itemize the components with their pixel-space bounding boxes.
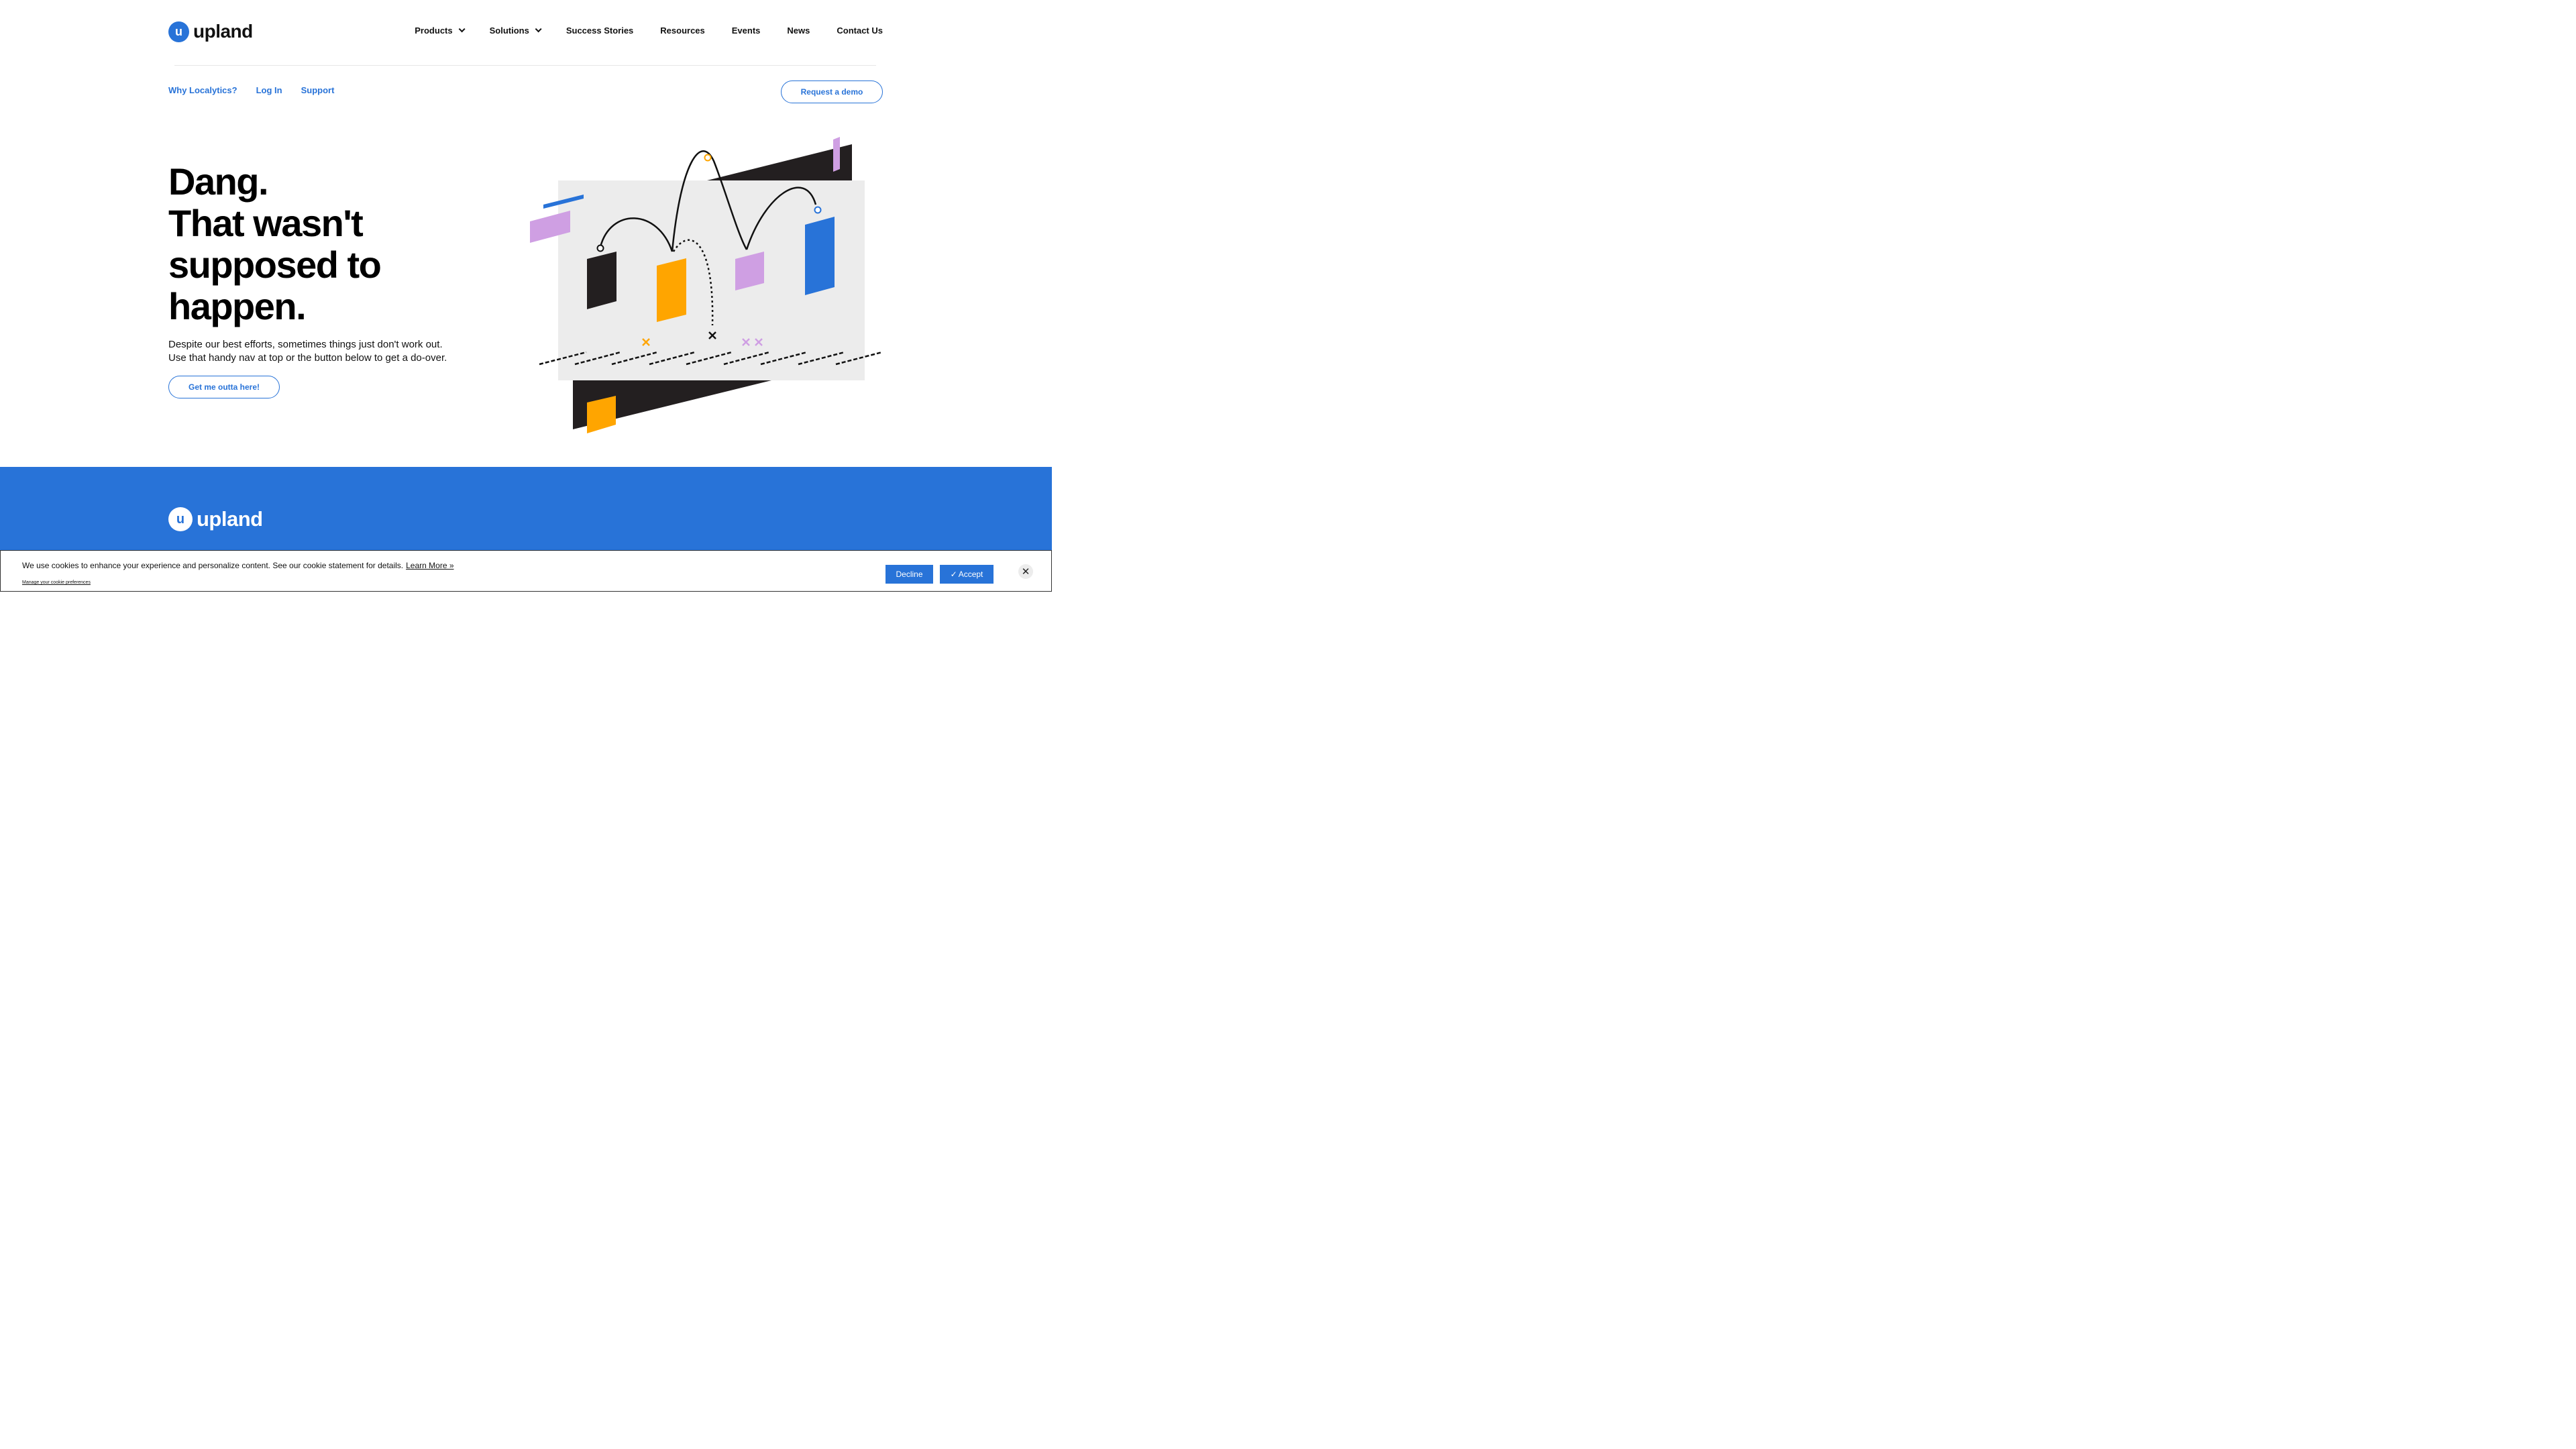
main-nav: Products Solutions Success Stories Resou… [415,25,883,36]
cookie-text: We use cookies to enhance your experienc… [22,561,404,570]
chevron-down-icon [535,25,542,33]
accept-label: Accept [958,570,983,579]
body-line: Use that handy nav at top or the button … [168,352,447,364]
cookie-message: We use cookies to enhance your experienc… [22,561,454,570]
subnav-why-localytics[interactable]: Why Localytics? [168,85,237,95]
nav-item-products[interactable]: Products [415,25,466,36]
purple-bar-accent [833,137,840,172]
nav-item-contact-us[interactable]: Contact Us [837,25,883,36]
subnav-log-in[interactable]: Log In [256,85,282,95]
nav-item-news[interactable]: News [787,25,810,36]
get-me-out-button[interactable]: Get me outta here! [168,376,280,398]
accept-button[interactable]: ✓ Accept [940,565,994,584]
close-icon[interactable]: ✕ [1018,564,1033,579]
request-demo-button[interactable]: Request a demo [781,80,883,103]
blue-ring [814,206,822,214]
black-parallelogram-top [704,144,852,181]
upland-logo-icon: u [168,21,189,42]
title-line: supposed to [168,244,382,286]
nav-item-success-stories[interactable]: Success Stories [566,25,633,36]
error-illustration [530,137,883,433]
upland-logo-text: upland [193,21,253,42]
nav-label: Products [415,25,453,36]
page-title: Dang. That wasn't supposed to happen. [168,161,517,327]
cookie-banner: We use cookies to enhance your experienc… [0,550,1052,592]
title-line: That wasn't [168,202,364,244]
title-line: happen. [168,285,307,327]
body-line: Despite our best efforts, sometimes thin… [168,339,443,350]
checkmark-icon: ✓ [950,570,957,579]
manage-cookie-preferences-link[interactable]: Manage your cookie preferences [22,580,91,585]
product-subnav: Why Localytics? Log In Support [168,85,334,95]
nav-item-resources[interactable]: Resources [660,25,704,36]
black-ring [596,244,604,252]
orange-block [657,258,686,322]
title-line: Dang. [168,160,269,203]
learn-more-link[interactable]: Learn More » [406,561,453,570]
blue-block [805,217,835,295]
chevron-down-icon [458,25,466,33]
header-divider [174,65,876,66]
site-header: u upland Products Solutions Success Stor… [0,0,1052,66]
hero-description: Despite our best efforts, sometimes thin… [168,338,490,365]
decline-button[interactable]: Decline [885,565,933,584]
subnav-support[interactable]: Support [301,85,335,95]
upland-logo-text: upland [197,507,263,531]
nav-item-solutions[interactable]: Solutions [489,25,542,36]
upland-logo[interactable]: u upland [168,21,253,42]
upland-logo-icon: u [168,507,193,531]
footer-upland-logo[interactable]: u upland [168,507,263,531]
black-block [587,252,616,309]
orange-ring [704,154,712,162]
nav-label: Solutions [489,25,529,36]
nav-item-events[interactable]: Events [732,25,761,36]
